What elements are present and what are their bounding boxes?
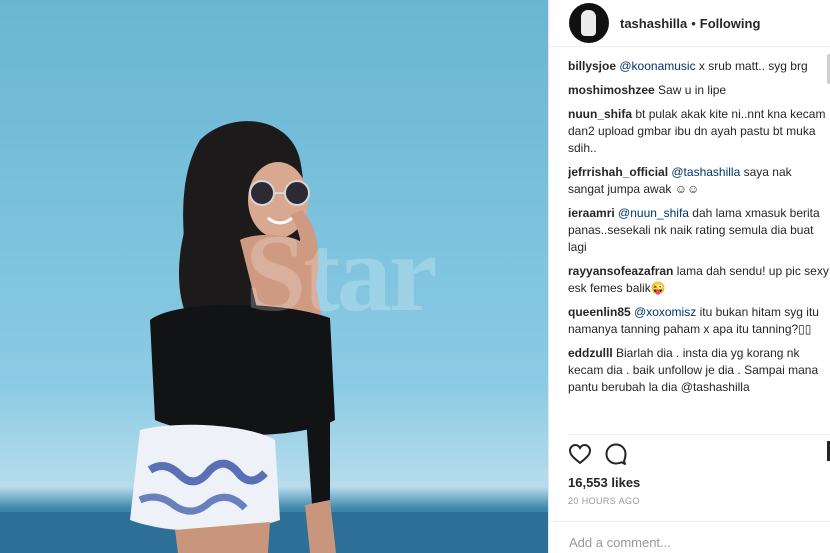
watermark-logo: Star xyxy=(245,212,438,334)
comment-item: eddzulll Biarlah dia . insta dia yg kora… xyxy=(568,345,830,396)
heart-outline-icon[interactable] xyxy=(568,443,592,470)
comment-text: x srub matt.. syg brg xyxy=(695,59,808,73)
comment-bubble-icon[interactable] xyxy=(604,442,628,471)
comment-item: rayyansofeazafran lama dah sendu! up pic… xyxy=(568,263,830,297)
post-photo[interactable]: Star xyxy=(0,0,548,553)
comment-text: Saw u in lipe xyxy=(658,83,727,97)
add-comment-input[interactable]: Add a comment... xyxy=(549,521,830,553)
comment-mention[interactable]: @tashashilla xyxy=(671,165,740,179)
comment-username[interactable]: moshimoshzee xyxy=(568,83,655,97)
comment-item: billysjoe @koonamusic x srub matt.. syg … xyxy=(568,58,830,75)
action-icons xyxy=(568,441,830,471)
post-timestamp[interactable]: 20 HOURS AGO xyxy=(568,496,830,506)
comments-list[interactable]: billysjoe @koonamusic x srub matt.. syg … xyxy=(568,58,830,430)
comment-mention[interactable]: @nuun_shifa xyxy=(618,206,689,220)
comment-mention[interactable]: @xoxomisz xyxy=(634,305,696,319)
comment-username[interactable]: rayyansofeazafran xyxy=(568,264,673,278)
comment-username[interactable]: eddzulll xyxy=(568,346,613,360)
likes-count[interactable]: 16,553 likes xyxy=(568,475,830,490)
post-sidebar: tashashilla • Following billysjoe @koona… xyxy=(548,0,830,553)
comment-item: queenlin85 @xoxomisz itu bukan hitam syg… xyxy=(568,304,830,338)
separator-dot: • xyxy=(691,15,696,31)
comment-username[interactable]: ieraamri xyxy=(568,206,615,220)
comment-item: nuun_shifa bt pulak akak kite ni..nnt kn… xyxy=(568,106,830,157)
comment-item: jefrrishah_official @tashashilla saya na… xyxy=(568,164,830,198)
comment-item: moshimoshzee Saw u in lipe xyxy=(568,82,830,99)
post-header: tashashilla • Following xyxy=(549,0,830,47)
instagram-post-view: Star tashashilla • Following billysjoe @… xyxy=(0,0,830,553)
comment-username[interactable]: nuun_shifa xyxy=(568,107,632,121)
post-actions: 16,553 likes 20 HOURS AGO xyxy=(568,434,830,506)
comment-username[interactable]: jefrrishah_official xyxy=(568,165,668,179)
following-button[interactable]: Following xyxy=(700,16,761,31)
avatar[interactable] xyxy=(569,3,609,43)
comment-username[interactable]: queenlin85 xyxy=(568,305,631,319)
comment-mention[interactable]: @koonamusic xyxy=(619,59,695,73)
comment-item: ieraamri @nuun_shifa dah lama xmasuk ber… xyxy=(568,205,830,256)
header-username[interactable]: tashashilla xyxy=(620,16,687,31)
comment-username[interactable]: billysjoe xyxy=(568,59,616,73)
